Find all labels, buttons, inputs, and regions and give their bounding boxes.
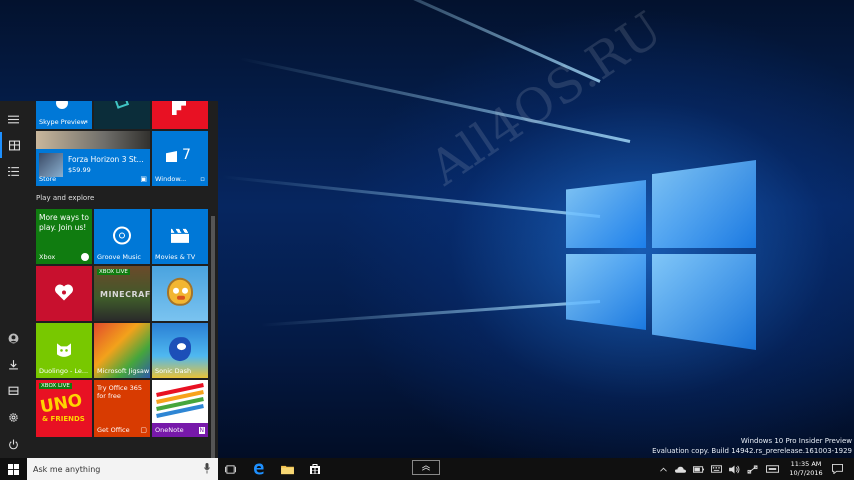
file-explorer-icon[interactable] bbox=[0, 377, 27, 403]
show-more-button[interactable] bbox=[412, 460, 440, 475]
taskbar-clock[interactable]: 11:35 AM 10/7/2016 bbox=[783, 460, 829, 478]
xbox-icon bbox=[81, 253, 89, 261]
tile-movies-tv[interactable]: Movies & TV bbox=[152, 209, 208, 264]
onedrive-icon[interactable] bbox=[673, 458, 687, 480]
play-explore-grid: More ways to play. Join us! Xbox Groove … bbox=[36, 101, 212, 458]
tile-sonic-dash[interactable]: Sonic Dash bbox=[152, 323, 208, 378]
groove-music-icon bbox=[113, 226, 131, 245]
tile-microsoft-jigsaw[interactable]: Microsoft Jigsaw bbox=[94, 323, 150, 378]
taskbar: Ask me anything 11:35 AM 10/7/2016 bbox=[0, 458, 854, 480]
onenote-icon: N bbox=[198, 427, 205, 434]
light-beam bbox=[260, 300, 601, 327]
clapperboard-icon bbox=[171, 228, 189, 243]
battery-icon[interactable] bbox=[691, 458, 705, 480]
hamburger-icon[interactable] bbox=[0, 106, 27, 132]
start-menu: Skype Preview * Forza Horizon 3 St... $5… bbox=[0, 101, 218, 458]
tile-onenote[interactable]: OneNote N bbox=[152, 380, 208, 437]
search-placeholder: Ask me anything bbox=[33, 464, 101, 474]
tiles-icon[interactable] bbox=[0, 132, 27, 158]
settings-icon[interactable] bbox=[0, 404, 27, 430]
light-beam bbox=[221, 175, 601, 218]
sonic-icon bbox=[169, 336, 191, 361]
start-rail bbox=[0, 101, 27, 458]
edge-browser-icon[interactable] bbox=[251, 461, 267, 477]
task-view-icon[interactable] bbox=[222, 461, 238, 477]
volume-icon[interactable] bbox=[727, 458, 741, 480]
user-icon[interactable] bbox=[0, 325, 27, 351]
double-chevron-up-icon bbox=[422, 464, 430, 471]
tile-minecraft[interactable]: XBOX LIVE MINECRAFT bbox=[94, 266, 150, 321]
windows-start-icon bbox=[8, 463, 19, 475]
tile-iheartradio[interactable] bbox=[36, 266, 92, 321]
action-center-icon[interactable] bbox=[829, 458, 845, 480]
windows-logo-light bbox=[560, 152, 760, 352]
power-icon[interactable] bbox=[0, 431, 27, 457]
hidden-icons-chevron-icon[interactable] bbox=[656, 458, 670, 480]
microphone-icon[interactable] bbox=[204, 463, 210, 474]
all-apps-icon[interactable] bbox=[0, 158, 27, 184]
tile-game-character[interactable] bbox=[152, 266, 208, 321]
tile-xbox[interactable]: More ways to play. Join us! Xbox bbox=[36, 209, 92, 264]
office-icon: ▢ bbox=[140, 426, 147, 434]
network-icon[interactable] bbox=[745, 458, 759, 480]
tile-get-office[interactable]: Try Office 365 for free Get Office ▢ bbox=[94, 380, 150, 437]
start-button[interactable] bbox=[0, 458, 27, 480]
tile-duolingo[interactable]: Duolingo - Le... bbox=[36, 323, 92, 378]
evaluation-text: Windows 10 Pro Insider Preview Evaluatio… bbox=[652, 437, 852, 455]
character-icon bbox=[167, 277, 193, 306]
file-explorer-taskbar-icon[interactable] bbox=[279, 461, 295, 477]
store-taskbar-icon[interactable] bbox=[307, 461, 323, 477]
start-scrollbar[interactable] bbox=[211, 216, 215, 458]
downloads-icon[interactable] bbox=[0, 351, 27, 377]
tile-groove-music[interactable]: Groove Music bbox=[94, 209, 150, 264]
tile-uno-friends[interactable]: XBOX LIVE UNO & FRIENDS bbox=[36, 380, 92, 437]
iheartradio-icon bbox=[54, 283, 74, 301]
keyboard-icon[interactable] bbox=[709, 458, 723, 480]
cortana-search-box[interactable]: Ask me anything bbox=[27, 458, 218, 480]
language-indicator-icon[interactable] bbox=[763, 458, 781, 480]
duolingo-owl-icon bbox=[54, 339, 74, 359]
